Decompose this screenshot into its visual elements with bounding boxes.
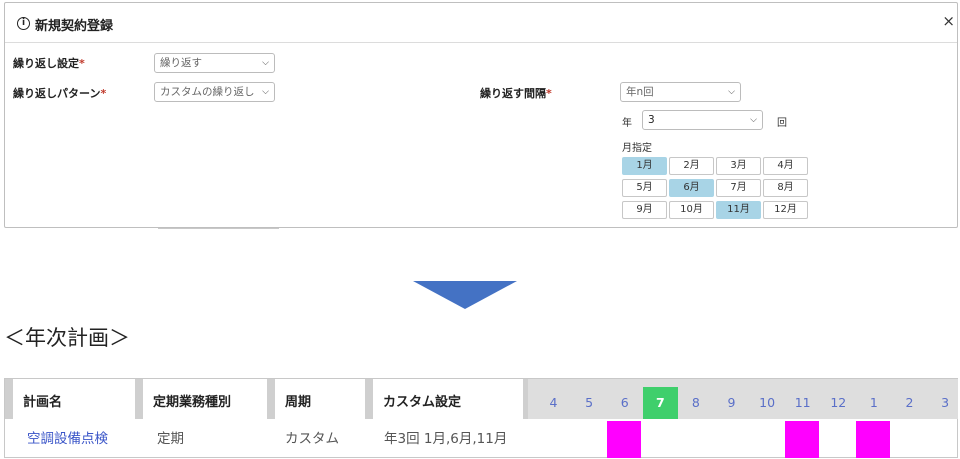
repeat-setting-label: 繰り返し設定* (13, 57, 85, 70)
month-spec-label: 月指定 (622, 143, 652, 154)
custom-setting-cell: 年3回 1月,6月,11月 (384, 431, 508, 447)
year-count-select[interactable]: 3 ⌵ (642, 110, 763, 130)
dialog-title: 新規契約登録 (35, 19, 114, 34)
month-button-12[interactable]: 12月 (763, 201, 808, 219)
month-button-8[interactable]: 8月 (763, 179, 808, 197)
work-type-cell: 定期 (157, 431, 184, 447)
cycle-cell: カスタム (285, 431, 339, 447)
month-col-7: 7 (642, 387, 678, 419)
annual-plan-title: ＜年次計画＞ (4, 326, 130, 350)
header-work-type: 定期業務種別 (135, 379, 267, 419)
annual-plan-table: 計画名 定期業務種別 周期 カスタム設定 4 5 6 7 8 9 10 11 12 1 2 3 空調設… (4, 378, 958, 458)
header-label: カスタム設定 (383, 395, 462, 410)
month-header: 4 5 6 7 8 9 10 11 12 1 2 3 (528, 379, 958, 419)
scheduled-mark-1 (856, 421, 891, 458)
repeat-pattern-select[interactable]: カスタムの繰り返し ⌵ (154, 82, 275, 102)
month-col-4: 4 (549, 395, 558, 410)
header-label: 周期 (285, 395, 312, 410)
month-picker: 1月 2月 3月 4月 5月 6月 7月 8月 9月 10月 11月 12月 (622, 157, 814, 219)
month-button-3[interactable]: 3月 (716, 157, 761, 175)
header-divider (365, 379, 373, 419)
repeat-setting-select[interactable]: 繰り返す ⌵ (154, 53, 275, 73)
header-label: 定期業務種別 (153, 395, 232, 410)
chevron-down-icon: ⌵ (728, 87, 735, 97)
month-col-11: 11 (794, 395, 811, 410)
repeat-pattern-label: 繰り返しパターン* (13, 87, 107, 100)
repeat-interval-label: 繰り返す間隔* (480, 87, 552, 100)
month-button-2[interactable]: 2月 (669, 157, 714, 175)
header-label: 計画名 (23, 395, 63, 410)
truncated-field (158, 228, 279, 231)
month-button-4[interactable]: 4月 (763, 157, 808, 175)
month-button-10[interactable]: 10月 (669, 201, 714, 219)
new-contract-dialog: i 新規契約登録 × 繰り返し設定* 繰り返す ⌵ 繰り返しパターン* カスタム… (4, 2, 958, 231)
header-divider (267, 379, 275, 419)
scheduled-mark-11 (785, 421, 820, 458)
header-divider (135, 379, 143, 419)
month-button-1[interactable]: 1月 (622, 157, 667, 175)
close-icon[interactable]: × (942, 12, 955, 30)
month-col-10: 10 (759, 395, 776, 410)
month-col-8: 8 (691, 395, 700, 410)
dialog-header: i 新規契約登録 × (5, 3, 957, 43)
chevron-down-icon: ⌵ (750, 115, 757, 125)
month-button-9[interactable]: 9月 (622, 201, 667, 219)
header-custom-setting: カスタム設定 (365, 379, 525, 419)
scheduled-mark-6 (607, 421, 642, 458)
header-cycle: 周期 (267, 379, 365, 419)
month-col-2: 2 (905, 395, 914, 410)
chevron-down-icon: ⌵ (262, 87, 269, 97)
month-col-3: 3 (941, 395, 950, 410)
header-plan-name: 計画名 (5, 379, 135, 419)
year-count-value: 3 (648, 114, 655, 126)
repeat-interval-select[interactable]: 年n回 ⌵ (620, 82, 741, 102)
repeat-interval-value: 年n回 (626, 86, 654, 98)
month-col-5: 5 (585, 395, 594, 410)
year-label: 年 (622, 118, 632, 129)
month-col-9: 9 (727, 395, 736, 410)
times-unit-label: 回 (777, 118, 787, 129)
month-button-6[interactable]: 6月 (669, 179, 714, 197)
header-divider (5, 379, 13, 419)
month-button-7[interactable]: 7月 (716, 179, 761, 197)
month-col-12: 12 (830, 395, 847, 410)
month-col-1: 1 (869, 395, 878, 410)
repeat-setting-value: 繰り返す (160, 57, 202, 69)
plan-name-link[interactable]: 空調設備点検 (27, 427, 108, 447)
down-arrow-icon (413, 281, 517, 309)
info-icon: i (17, 17, 30, 30)
month-button-11[interactable]: 11月 (716, 201, 761, 219)
chevron-down-icon: ⌵ (262, 58, 269, 68)
month-col-6: 6 (620, 395, 629, 410)
month-button-5[interactable]: 5月 (622, 179, 667, 197)
repeat-pattern-value: カスタムの繰り返し (160, 86, 255, 98)
